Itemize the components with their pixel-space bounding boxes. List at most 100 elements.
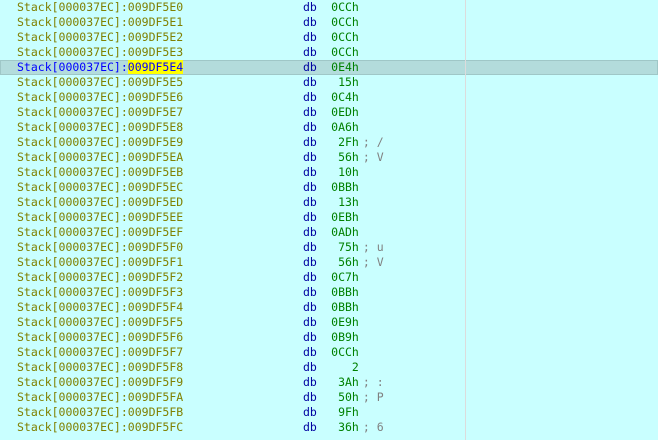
listing-row-009df5e5[interactable]: Stack[000037EC]:009DF5E5 db 15h [0, 75, 658, 90]
row-address[interactable]: Stack[000037EC]:009DF5FB [17, 405, 183, 420]
address-offset[interactable]: 009DF5FB [128, 405, 183, 419]
operand-value[interactable]: 2Fh [324, 135, 359, 150]
listing-row-009df5ee[interactable]: Stack[000037EC]:009DF5EE db 0EBh [0, 210, 658, 225]
instruction[interactable]: db 0E9h [303, 315, 359, 330]
address-offset[interactable]: 009DF5F3 [128, 285, 183, 299]
address-offset[interactable]: 009DF5E4 [127, 60, 184, 74]
listing-row-009df5e9[interactable]: Stack[000037EC]:009DF5E9 db 2Fh; / [0, 135, 658, 150]
instruction[interactable]: db 9Fh [303, 405, 359, 420]
row-address[interactable]: Stack[000037EC]:009DF5EC [17, 180, 183, 195]
row-address[interactable]: Stack[000037EC]:009DF5E6 [17, 90, 183, 105]
row-address[interactable]: Stack[000037EC]:009DF5F0 [17, 240, 183, 255]
instruction[interactable]: db 0CCh [303, 345, 359, 360]
row-address[interactable]: Stack[000037EC]:009DF5E3 [17, 45, 183, 60]
listing-row-009df5f6[interactable]: Stack[000037EC]:009DF5F6 db 0B9h [0, 330, 658, 345]
row-address[interactable]: Stack[000037EC]:009DF5EE [17, 210, 183, 225]
row-address[interactable]: Stack[000037EC]:009DF5F2 [17, 270, 183, 285]
instruction[interactable]: db 2Fh; / [303, 135, 384, 150]
listing-row-009df5f3[interactable]: Stack[000037EC]:009DF5F3 db 0BBh [0, 285, 658, 300]
operand-value[interactable]: 2 [324, 360, 359, 375]
listing-row-009df5e8[interactable]: Stack[000037EC]:009DF5E8 db 0A6h [0, 120, 658, 135]
instruction[interactable]: db 36h; 6 [303, 420, 384, 435]
instruction[interactable]: db 0CCh [303, 15, 359, 30]
row-address[interactable]: Stack[000037EC]:009DF5EA [17, 150, 183, 165]
listing-row-009df5f9[interactable]: Stack[000037EC]:009DF5F9 db 3Ah; : [0, 375, 658, 390]
row-address[interactable]: Stack[000037EC]:009DF5E2 [17, 30, 183, 45]
address-offset[interactable]: 009DF5EA [128, 150, 183, 164]
row-address[interactable]: Stack[000037EC]:009DF5F3 [17, 285, 183, 300]
instruction[interactable]: db 50h; P [303, 390, 384, 405]
address-offset[interactable]: 009DF5FC [128, 420, 183, 434]
instruction[interactable]: db 0C4h [303, 90, 359, 105]
instruction[interactable]: db 0E4h [303, 60, 359, 75]
operand-value[interactable]: 0BBh [324, 300, 359, 315]
address-offset[interactable]: 009DF5F9 [128, 375, 183, 389]
listing-row-009df5e1[interactable]: Stack[000037EC]:009DF5E1 db 0CCh [0, 15, 658, 30]
row-address[interactable]: Stack[000037EC]:009DF5E0 [17, 0, 183, 15]
disassembly-view[interactable]: Stack[000037EC]:009DF5E0 db 0CCh Stack[00… [0, 0, 664, 440]
address-offset[interactable]: 009DF5E8 [128, 120, 183, 134]
operand-value[interactable]: 13h [324, 195, 359, 210]
address-offset[interactable]: 009DF5EB [128, 165, 183, 179]
operand-value[interactable]: 56h [324, 255, 359, 270]
instruction[interactable]: db 56h; V [303, 255, 384, 270]
listing-row-009df5ed[interactable]: Stack[000037EC]:009DF5ED db 13h [0, 195, 658, 210]
operand-value[interactable]: 0ADh [324, 225, 359, 240]
row-address[interactable]: Stack[000037EC]:009DF5F5 [17, 315, 183, 330]
address-offset[interactable]: 009DF5E7 [128, 105, 183, 119]
row-address[interactable]: Stack[000037EC]:009DF5E9 [17, 135, 183, 150]
listing-row-009df5f5[interactable]: Stack[000037EC]:009DF5F5 db 0E9h [0, 315, 658, 330]
stack-listing[interactable]: Stack[000037EC]:009DF5E0 db 0CCh Stack[00… [0, 0, 658, 440]
instruction[interactable]: db 2 [303, 360, 359, 375]
operand-value[interactable]: 10h [324, 165, 359, 180]
listing-row-009df5fa[interactable]: Stack[000037EC]:009DF5FA db 50h; P [0, 390, 658, 405]
operand-value[interactable]: 0A6h [324, 120, 359, 135]
address-offset[interactable]: 009DF5E0 [128, 0, 183, 14]
instruction[interactable]: db 56h; V [303, 150, 384, 165]
address-offset[interactable]: 009DF5EC [128, 180, 183, 194]
listing-row-009df5f4[interactable]: Stack[000037EC]:009DF5F4 db 0BBh [0, 300, 658, 315]
listing-row-009df5eb[interactable]: Stack[000037EC]:009DF5EB db 10h [0, 165, 658, 180]
row-address[interactable]: Stack[000037EC]:009DF5F4 [17, 300, 183, 315]
address-offset[interactable]: 009DF5E3 [128, 45, 183, 59]
address-offset[interactable]: 009DF5EE [128, 210, 183, 224]
row-address[interactable]: Stack[000037EC]:009DF5F7 [17, 345, 183, 360]
operand-value[interactable]: 0E4h [324, 60, 359, 75]
operand-value[interactable]: 3Ah [324, 375, 359, 390]
listing-row-009df5e7[interactable]: Stack[000037EC]:009DF5E7 db 0EDh [0, 105, 658, 120]
listing-row-009df5e0[interactable]: Stack[000037EC]:009DF5E0 db 0CCh [0, 0, 658, 15]
row-address[interactable]: Stack[000037EC]:009DF5E5 [17, 75, 183, 90]
instruction[interactable]: db 0BBh [303, 300, 359, 315]
operand-value[interactable]: 0E9h [324, 315, 359, 330]
row-address[interactable]: Stack[000037EC]:009DF5FC [17, 420, 183, 435]
instruction[interactable]: db 0CCh [303, 0, 359, 15]
instruction[interactable]: db 0ADh [303, 225, 359, 240]
row-address[interactable]: Stack[000037EC]:009DF5F9 [17, 375, 183, 390]
row-address[interactable]: Stack[000037EC]:009DF5EF [17, 225, 183, 240]
row-address[interactable]: Stack[000037EC]:009DF5F1 [17, 255, 183, 270]
address-offset[interactable]: 009DF5E2 [128, 30, 183, 44]
listing-row-009df5f0[interactable]: Stack[000037EC]:009DF5F0 db 75h; u [0, 240, 658, 255]
instruction[interactable]: db 0BBh [303, 285, 359, 300]
operand-value[interactable]: 0EDh [324, 105, 359, 120]
operand-value[interactable]: 36h [324, 420, 359, 435]
operand-value[interactable]: 15h [324, 75, 359, 90]
listing-row-009df5e3[interactable]: Stack[000037EC]:009DF5E3 db 0CCh [0, 45, 658, 60]
instruction[interactable]: db 3Ah; : [303, 375, 384, 390]
address-offset[interactable]: 009DF5FA [128, 390, 183, 404]
operand-value[interactable]: 0CCh [324, 0, 359, 15]
instruction[interactable]: db 13h [303, 195, 359, 210]
operand-value[interactable]: 0CCh [324, 45, 359, 60]
address-offset[interactable]: 009DF5F2 [128, 270, 183, 284]
address-offset[interactable]: 009DF5F1 [128, 255, 183, 269]
listing-row-009df5e2[interactable]: Stack[000037EC]:009DF5E2 db 0CCh [0, 30, 658, 45]
instruction[interactable]: db 0CCh [303, 30, 359, 45]
operand-value[interactable]: 0C4h [324, 90, 359, 105]
row-address[interactable]: Stack[000037EC]:009DF5F6 [17, 330, 183, 345]
operand-value[interactable]: 50h [324, 390, 359, 405]
listing-row-009df5f8[interactable]: Stack[000037EC]:009DF5F8 db 2 [0, 360, 658, 375]
address-offset[interactable]: 009DF5E5 [128, 75, 183, 89]
operand-value[interactable]: 56h [324, 150, 359, 165]
row-address[interactable]: Stack[000037EC]:009DF5E1 [17, 15, 183, 30]
listing-row-009df5e6[interactable]: Stack[000037EC]:009DF5E6 db 0C4h [0, 90, 658, 105]
